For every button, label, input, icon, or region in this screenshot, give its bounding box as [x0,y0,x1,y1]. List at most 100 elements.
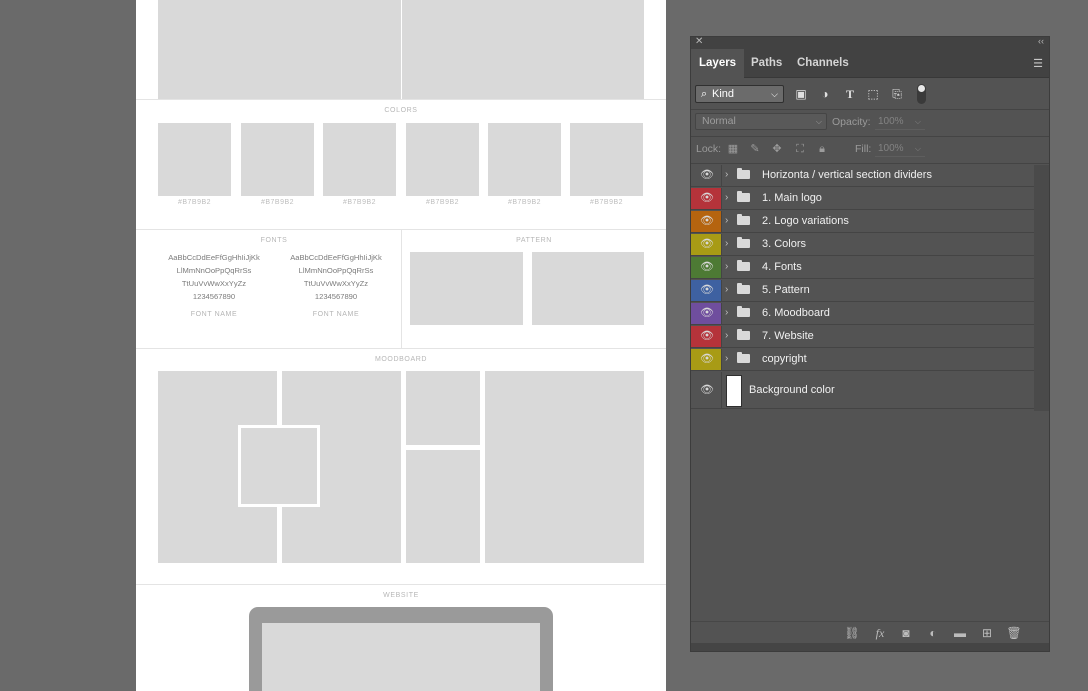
panel-resize-grip[interactable] [691,643,1049,651]
layer-row-background[interactable]: 👁︎ Background color [691,372,1034,409]
visibility-eye-icon[interactable]: 👁︎ [700,192,714,204]
moodboard-image [485,371,644,563]
panel-menu-icon[interactable]: ☰ [1033,57,1043,70]
layer-name[interactable]: 1. Main logo [762,192,822,204]
expand-arrow-icon[interactable]: › [725,215,728,226]
pattern-placeholder [532,252,644,325]
layers-scrollbar[interactable] [1034,165,1049,411]
layer-name[interactable]: 6. Moodboard [762,307,830,319]
visibility-eye-icon[interactable]: 👁︎ [700,261,714,273]
visibility-eye-icon[interactable]: 👁︎ [700,169,714,181]
lock-artboard-icon[interactable]: ⛶ [793,142,807,156]
layer-row[interactable]: 👁︎ › 4. Fonts [691,257,1034,279]
blend-mode-select[interactable]: Normal ⌵ [695,113,827,130]
chevron-down-icon: ⌵ [815,117,822,126]
fill-input[interactable]: 100% ⌵ [875,142,925,157]
trash-icon[interactable]: 🗑︎ [1006,626,1022,640]
add-mask-icon[interactable]: ◙ [898,626,914,640]
expand-arrow-icon[interactable]: › [725,330,728,341]
expand-arrow-icon[interactable]: › [725,169,728,180]
smart-object-filter-icon[interactable]: ⎘ [889,87,905,101]
new-adjustment-layer-icon[interactable]: ◐ [925,626,941,640]
chevron-down-icon: ⌵ [914,144,921,153]
lock-image-pixels-icon[interactable]: ✎ [748,142,762,156]
layer-row[interactable]: 👁︎ › 2. Logo variations [691,211,1034,233]
tab-layers[interactable]: Layers [691,49,745,78]
section-divider [136,348,666,349]
lock-position-icon[interactable]: ✥ [770,142,784,156]
section-divider [136,99,666,100]
layer-name[interactable]: Horizonta / vertical section dividers [762,169,932,181]
pattern-section-title: PATTERN [516,237,552,244]
visibility-eye-icon[interactable]: 👁︎ [700,238,714,250]
expand-arrow-icon[interactable]: › [725,307,728,318]
layer-name[interactable]: 5. Pattern [762,284,810,296]
lock-transparent-pixels-icon[interactable]: ▦ [726,142,740,156]
layer-name[interactable]: 3. Colors [762,238,806,250]
layer-name[interactable]: 4. Fonts [762,261,802,273]
lock-label: Lock: [696,143,722,155]
fonts-section-title: FONTS [260,237,288,244]
laptop-screen [262,623,540,691]
expand-arrow-icon[interactable]: › [725,261,728,272]
layer-style-fx-icon[interactable]: fx [872,626,888,640]
expand-arrow-icon[interactable]: › [725,192,728,203]
folder-icon [737,329,750,340]
visibility-eye-icon[interactable]: 👁︎ [700,353,714,365]
search-icon: ⌕ [701,88,708,100]
color-hex-label: #B7B9B2 [177,199,212,206]
moodboard-image [406,371,480,445]
chevron-down-icon: ⌵ [914,117,921,126]
pattern-placeholder [410,252,523,325]
expand-arrow-icon[interactable]: › [725,238,728,249]
visibility-eye-icon[interactable]: 👁︎ [700,284,714,296]
color-swatch [158,123,231,196]
filter-toggle[interactable] [917,84,926,104]
link-layers-icon[interactable]: ⛓︎ [844,626,860,640]
canvas-document[interactable]: COLORS #B7B9B2 #B7B9B2 #B7B9B2 #B7B9B2 #… [136,0,666,691]
layer-name[interactable]: 7. Website [762,330,814,342]
shape-filter-icon[interactable]: ⬚ [865,87,881,101]
layer-row[interactable]: 👁︎ › 7. Website [691,326,1034,348]
tab-channels[interactable]: Channels [789,49,857,78]
layer-name[interactable]: Background color [749,384,835,396]
panel-tabs: Layers Paths Channels ☰ [691,49,1049,78]
color-swatch [241,123,314,196]
color-hex-label: #B7B9B2 [589,199,624,206]
folder-icon [737,352,750,363]
layer-row[interactable]: 👁︎ › 1. Main logo [691,188,1034,210]
folder-icon [737,168,750,179]
collapse-icon[interactable]: ‹‹ [1038,36,1044,46]
layer-name[interactable]: copyright [762,353,807,365]
adjustment-filter-icon[interactable]: ◑ [817,87,833,101]
folder-icon [737,260,750,271]
lock-all-icon[interactable]: 🔒︎ [815,142,829,156]
layer-row[interactable]: 👁︎ › copyright [691,349,1034,371]
folder-icon [737,214,750,225]
section-divider [136,584,666,585]
expand-arrow-icon[interactable]: › [725,353,728,364]
layer-name[interactable]: 2. Logo variations [762,215,849,227]
visibility-eye-icon[interactable]: 👁︎ [700,307,714,319]
visibility-eye-icon[interactable]: 👁︎ [700,330,714,342]
layers-bottom-toolbar: ⛓︎ fx ◙ ◐ ▬ ⊞ 🗑︎ [691,621,1049,644]
layer-row[interactable]: 👁︎ › 3. Colors [691,234,1034,256]
layer-row[interactable]: 👁︎ › 6. Moodboard [691,303,1034,325]
filter-kind-select[interactable]: ⌕ Kind ⌵ [695,85,784,103]
opacity-input[interactable]: 100% ⌵ [875,115,925,130]
folder-icon [737,306,750,317]
new-layer-icon[interactable]: ⊞ [979,626,995,640]
close-icon[interactable]: ✕ [695,36,703,47]
colors-section-title: COLORS [384,107,418,114]
layer-row[interactable]: 👁︎ › Horizonta / vertical section divide… [691,165,1034,187]
color-swatch [570,123,643,196]
expand-arrow-icon[interactable]: › [725,284,728,295]
visibility-eye-icon[interactable]: 👁︎ [700,215,714,227]
image-filter-icon[interactable]: ▣ [793,87,809,101]
type-filter-icon[interactable]: T [842,87,858,101]
tab-paths[interactable]: Paths [743,49,790,78]
new-group-folder-icon[interactable]: ▬ [952,626,968,640]
layer-row[interactable]: 👁︎ › 5. Pattern [691,280,1034,302]
visibility-eye-icon[interactable]: 👁︎ [700,384,714,396]
moodboard-image [406,450,480,563]
